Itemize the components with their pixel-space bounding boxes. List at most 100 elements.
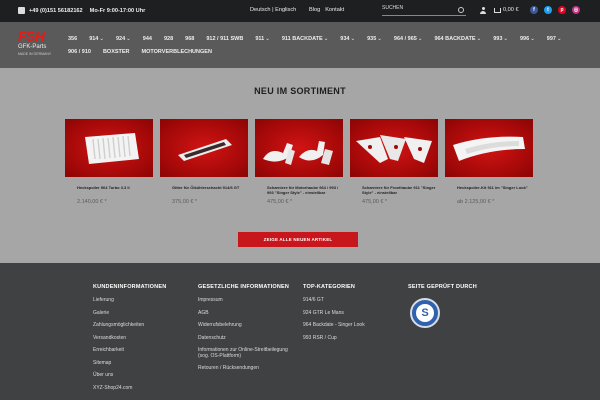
nav-item[interactable]: 356 bbox=[68, 36, 77, 42]
trust-seal-icon[interactable]: S bbox=[410, 298, 440, 328]
lang-separator: | bbox=[272, 7, 274, 13]
product-image[interactable] bbox=[445, 119, 533, 177]
nav-item-label: MOTORVERBLECHUNGEN bbox=[141, 49, 212, 55]
footer-link[interactable]: Galerie bbox=[93, 310, 166, 317]
footer: KUNDENINFORMATIONEN Lieferung Galerie Za… bbox=[0, 263, 600, 400]
product-slider: Heckspoiler 964 Turbo 3.3 ll 2.140,00 € … bbox=[65, 119, 533, 205]
language-switch: Deutsch | Englisch bbox=[250, 7, 296, 13]
nav-item[interactable]: 996⌄ bbox=[520, 36, 535, 42]
chevron-down-icon: ⌄ bbox=[350, 36, 356, 42]
product-card[interactable]: Heckspoiler-Kit 911 im "Singer Look" ab … bbox=[445, 119, 533, 205]
nav-item[interactable]: 935⌄ bbox=[367, 36, 382, 42]
nav-item-label: 934 bbox=[340, 36, 350, 42]
user-icon[interactable] bbox=[480, 7, 486, 14]
product-image[interactable] bbox=[350, 119, 438, 177]
chevron-down-icon: ⌄ bbox=[556, 36, 562, 42]
site-logo[interactable]: FSH GFK-Parts MADE IN GERMANY bbox=[18, 29, 60, 63]
nav-item[interactable]: 997⌄ bbox=[547, 36, 562, 42]
footer-link[interactable]: 924 GTR Le Mans bbox=[303, 310, 365, 317]
cart-icon bbox=[494, 7, 501, 13]
product-name[interactable]: Heckspoiler 964 Turbo 3.3 ll bbox=[65, 185, 153, 195]
nav-item-label: 911 bbox=[255, 36, 265, 42]
logo-brand: FSH bbox=[18, 28, 45, 44]
footer-link[interactable]: Impressum bbox=[198, 297, 293, 304]
instagram-icon[interactable]: ◎ bbox=[572, 6, 580, 14]
opening-hours: Mo-Fr 9:00-17:00 Uhr bbox=[89, 7, 146, 14]
footer-link[interactable]: Datenschutz bbox=[198, 335, 293, 342]
nav-item[interactable]: 928 bbox=[164, 36, 173, 42]
contact-phone[interactable]: +49 (0)151 56182162 Mo-Fr 9:00-17:00 Uhr bbox=[18, 7, 145, 14]
nav-item[interactable]: 911⌄ bbox=[255, 36, 269, 42]
footer-link[interactable]: Informationen zur Online-Streitbeilegung… bbox=[198, 347, 293, 359]
nav-item[interactable]: 993⌄ bbox=[493, 36, 508, 42]
nav-item[interactable]: 964 BACKDATE⌄ bbox=[434, 36, 481, 42]
footer-link[interactable]: Lieferung bbox=[93, 297, 166, 304]
cart-total: 0,00 € bbox=[503, 7, 519, 13]
nav-item-label: 924 bbox=[115, 36, 126, 42]
nav-item[interactable]: BOXSTER bbox=[103, 49, 130, 55]
product-image[interactable] bbox=[160, 119, 248, 177]
product-card[interactable]: Scharniere für Motorhaube 964 / 993 / 99… bbox=[255, 119, 343, 205]
pinterest-icon[interactable]: p bbox=[558, 6, 566, 14]
nav-item[interactable]: 912 / 911 SWB bbox=[206, 36, 243, 42]
nav-item[interactable]: MOTORVERBLECHUNGEN bbox=[142, 49, 212, 55]
product-name[interactable]: Scharniere für Fronthaube 911 "Singer St… bbox=[350, 185, 438, 195]
product-image[interactable] bbox=[255, 119, 343, 177]
search-icon[interactable] bbox=[458, 7, 464, 13]
chevron-down-icon: ⌄ bbox=[265, 36, 270, 42]
social-links: f t p ◎ bbox=[530, 6, 580, 14]
nav-item-label: 964 BACKDATE bbox=[434, 36, 476, 42]
product-price: 475,00 € * bbox=[267, 199, 293, 205]
nav-item[interactable]: 934⌄ bbox=[340, 36, 355, 42]
product-card[interactable]: Heckspoiler 964 Turbo 3.3 ll 2.140,00 € … bbox=[65, 119, 153, 205]
nav-item-label: 996 bbox=[520, 36, 530, 42]
nav-item[interactable]: 944 bbox=[143, 36, 152, 42]
top-bar: +49 (0)151 56182162 Mo-Fr 9:00-17:00 Uhr… bbox=[0, 0, 600, 22]
nav-item[interactable]: 911 BACKDATE⌄ bbox=[282, 36, 328, 42]
nav-item[interactable]: 906 / 910 bbox=[68, 49, 91, 55]
nav-item-label: 912 / 911 SWB bbox=[206, 36, 244, 42]
lang-de-link[interactable]: Deutsch bbox=[250, 7, 271, 13]
blog-link[interactable]: Blog bbox=[309, 7, 320, 13]
footer-col-top-categories: TOP-KATEGORIEN 914/6 GT 924 GTR Le Mans … bbox=[303, 284, 365, 348]
chevron-down-icon: ⌄ bbox=[476, 36, 482, 42]
nav-item[interactable]: 924⌄ bbox=[116, 36, 131, 42]
product-price: 475,00 € * bbox=[362, 199, 388, 205]
footer-heading: GESETZLICHE INFORMATIONEN bbox=[198, 284, 290, 290]
product-name[interactable]: Heckspoiler-Kit 911 im "Singer Look" bbox=[445, 185, 533, 195]
product-name[interactable]: Scharniere für Motorhaube 964 / 993 / 99… bbox=[255, 185, 343, 195]
phone-number[interactable]: +49 (0)151 56182162 bbox=[29, 8, 83, 14]
show-all-new-button[interactable]: ZEIGE ALLE NEUEN ARTIKEL bbox=[238, 232, 358, 247]
kontakt-link[interactable]: Kontakt bbox=[325, 7, 344, 13]
cart-button[interactable]: 0,00 € bbox=[494, 7, 519, 13]
main-content: NEU IM SORTIMENT Heckspoiler 964 Turbo 3… bbox=[0, 68, 600, 263]
facebook-icon[interactable]: f bbox=[530, 6, 538, 14]
footer-link[interactable]: 964 Backdate - Singer Look bbox=[303, 322, 365, 329]
footer-link[interactable]: Über uns bbox=[93, 372, 166, 379]
footer-link[interactable]: AGB bbox=[198, 310, 293, 317]
footer-link[interactable]: 914/6 GT bbox=[303, 297, 365, 304]
nav-item[interactable]: 964 / 965⌄ bbox=[394, 36, 423, 42]
footer-link[interactable]: Versandkosten bbox=[93, 335, 166, 342]
product-card[interactable]: Gitter für Ölkühlerschacht 914/6 GT 375,… bbox=[160, 119, 248, 205]
footer-link[interactable]: Widerrufsbelehrung bbox=[198, 322, 293, 329]
product-name[interactable]: Gitter für Ölkühlerschacht 914/6 GT bbox=[160, 185, 248, 195]
nav-item[interactable]: 914⌄ bbox=[89, 36, 104, 42]
main-header: FSH GFK-Parts MADE IN GERMANY 356 914⌄ 924… bbox=[0, 22, 600, 68]
product-image[interactable] bbox=[65, 119, 153, 177]
lang-en-link[interactable]: Englisch bbox=[275, 7, 296, 13]
nav-item-label: BOXSTER bbox=[102, 49, 130, 55]
twitter-icon[interactable]: t bbox=[544, 6, 552, 14]
footer-link[interactable]: Zahlungsmöglichkeiten bbox=[93, 322, 166, 329]
footer-link[interactable]: Sitemap bbox=[93, 360, 166, 367]
search-input[interactable] bbox=[382, 5, 454, 11]
product-price: 375,00 € * bbox=[172, 199, 198, 205]
footer-link[interactable]: Retouren / Rücksendungen bbox=[198, 365, 293, 372]
footer-link[interactable]: XYZ-Shop24.com bbox=[93, 385, 166, 392]
footer-col-legal-info: GESETZLICHE INFORMATIONEN Impressum AGB … bbox=[198, 284, 293, 379]
product-card[interactable]: Scharniere für Fronthaube 911 "Singer St… bbox=[350, 119, 438, 205]
nav-item[interactable]: 968 bbox=[185, 36, 194, 42]
footer-heading: TOP-KATEGORIEN bbox=[303, 284, 356, 290]
footer-link[interactable]: Erreichbarkeit bbox=[93, 347, 166, 354]
footer-link[interactable]: 993 RSR / Cup bbox=[303, 335, 365, 342]
